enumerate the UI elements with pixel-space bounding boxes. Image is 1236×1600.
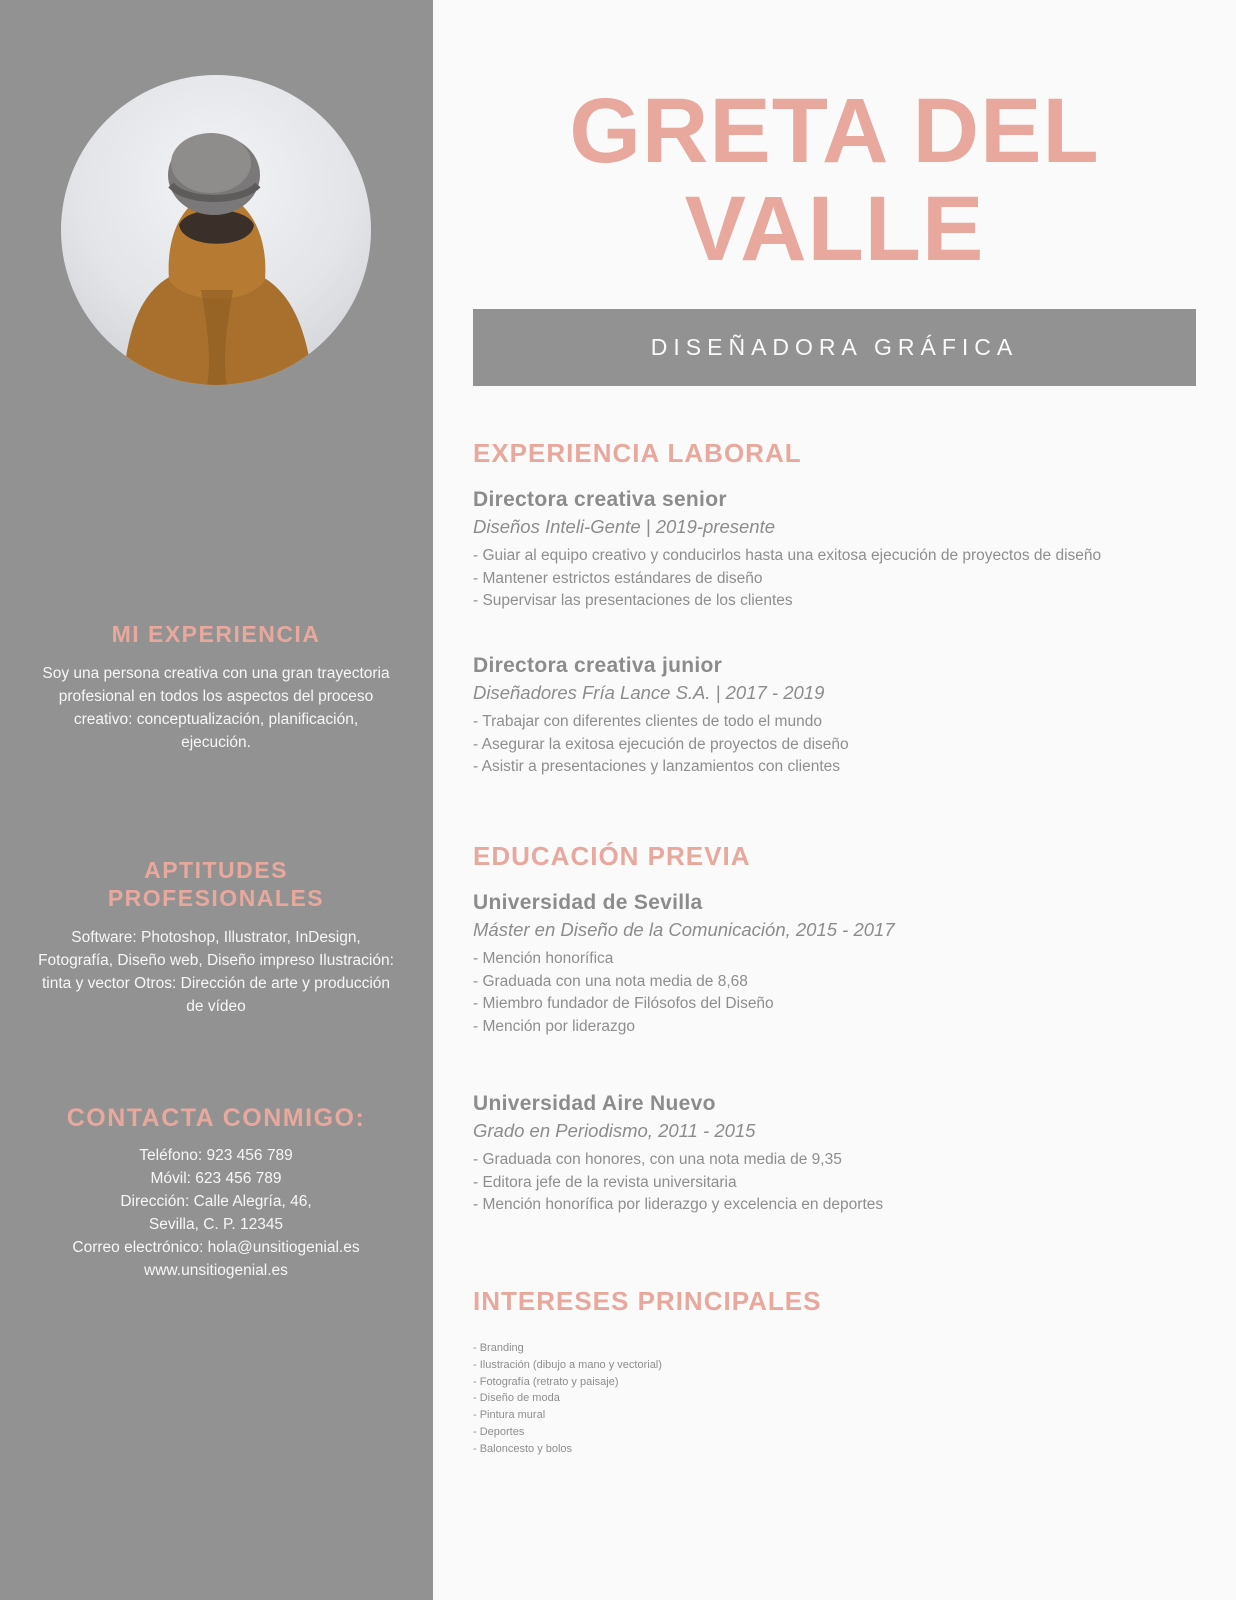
skills-section: APTITUDES PROFESIONALES Software: Photos… — [38, 856, 394, 1018]
school-bullet: - Miembro fundador de Filósofos del Dise… — [473, 995, 774, 1012]
interests-list: - Branding - Ilustración (dibujo a mano … — [473, 1340, 662, 1458]
interests-title: INTERESES PRINCIPALES — [473, 1286, 822, 1316]
job-entry: Directora creativa senior Diseños Inteli… — [473, 486, 1196, 613]
school-name: Universidad de Sevilla — [473, 891, 703, 914]
job-bullet: - Supervisar las presentaciones de los c… — [473, 592, 793, 609]
job-title-banner: DISEÑADORA GRÁFICA — [473, 309, 1196, 386]
interest-item: - Diseño de moda — [473, 1392, 560, 1405]
job-company: Diseños Inteli-Gente | 2019-presente — [473, 516, 776, 537]
skills-title: APTITUDES PROFESIONALES — [107, 857, 325, 911]
contact-website: www.unsitiogenial.es — [144, 1262, 288, 1279]
name-line-2: VALLE — [684, 178, 985, 280]
job-bullet: - Trabajar con diferentes clientes de to… — [473, 713, 822, 730]
education-title: EDUCACIÓN PREVIA — [473, 841, 751, 871]
school-bullet: - Graduada con honores, con una nota med… — [473, 1151, 842, 1168]
school-bullet: - Graduada con una nota media de 8,68 — [473, 972, 748, 990]
education-entry: Universidad de Sevilla Máster en Diseño … — [473, 889, 1196, 1038]
about-text: Soy una persona creativa con una gran tr… — [42, 665, 390, 751]
full-name: GRETA DEL VALLE — [473, 82, 1196, 278]
interest-item: - Ilustración (dibujo a mano y vectorial… — [473, 1358, 662, 1371]
job-bullet: - Asegurar la exitosa ejecución de proye… — [473, 735, 849, 753]
job-role: Directora creativa junior — [473, 654, 723, 677]
school-bullet: - Mención honorífica — [473, 950, 614, 967]
contact-section: CONTACTA CONMIGO: Teléfono: 923 456 789 … — [38, 1104, 394, 1282]
school-bullets: - Graduada con honores, con una nota med… — [473, 1149, 1196, 1217]
contact-address-line1: Dirección: Calle Alegría, 46, — [120, 1193, 312, 1210]
interest-item: - Fotografía (retrato y paisaje) — [473, 1375, 619, 1388]
job-bullet: - Guiar al equipo creativo y conducirlos… — [473, 547, 1102, 564]
interest-item: - Branding — [473, 1342, 524, 1354]
contact-address-line2: Sevilla, C. P. 12345 — [148, 1216, 284, 1233]
school-degree: Máster en Diseño de la Comunicación, 201… — [473, 919, 895, 940]
contact-phone: Teléfono: 923 456 789 — [139, 1147, 293, 1164]
about-title: MI EXPERIENCIA — [111, 621, 321, 647]
job-bullet: - Asistir a presentaciones y lanzamiento… — [473, 758, 841, 775]
interest-item: - Baloncesto y bolos — [473, 1442, 573, 1455]
job-bullets: - Guiar al equipo creativo y conducirlos… — [473, 545, 1196, 613]
interest-item: - Pintura mural — [473, 1409, 546, 1422]
contact-email: Correo electrónico: hola@unsitiogenial.e… — [72, 1239, 360, 1256]
job-role: Directora creativa senior — [473, 488, 727, 511]
contact-title: CONTACTA CONMIGO: — [66, 1104, 366, 1132]
school-bullet: - Editora jefe de la revista universitar… — [473, 1173, 737, 1191]
profile-photo — [61, 75, 371, 385]
school-degree: Grado en Periodismo, 2011 - 2015 — [473, 1120, 756, 1141]
contact-lines: Teléfono: 923 456 789 Móvil: 623 456 789… — [38, 1144, 394, 1282]
school-bullet: - Mención por liderazgo — [473, 1017, 635, 1035]
job-entry: Directora creativa junior Diseñadores Fr… — [473, 652, 1196, 779]
skills-text: Software: Photoshop, Illustrator, InDesi… — [38, 929, 394, 1015]
contact-mobile: Móvil: 623 456 789 — [150, 1170, 282, 1187]
job-bullets: - Trabajar con diferentes clientes de to… — [473, 711, 1196, 779]
school-name: Universidad Aire Nuevo — [473, 1092, 716, 1115]
about-section: MI EXPERIENCIA Soy una persona creativa … — [38, 620, 394, 754]
job-company: Diseñadores Fría Lance S.A. | 2017 - 201… — [473, 682, 825, 703]
education-entry: Universidad Aire Nuevo Grado en Periodis… — [473, 1090, 1196, 1217]
sidebar: MI EXPERIENCIA Soy una persona creativa … — [0, 0, 433, 1600]
school-bullet: - Mención honorífica por liderazgo y exc… — [473, 1196, 884, 1213]
person-in-hat-photo-icon — [123, 133, 313, 385]
interest-item: - Deportes — [473, 1425, 525, 1438]
school-bullets: - Mención honorífica - Graduada con una … — [473, 948, 1196, 1038]
name-line-1: GRETA DEL — [569, 80, 1100, 182]
job-bullet: - Mantener estrictos estándares de diseñ… — [473, 569, 763, 587]
experience-title: EXPERIENCIA LABORAL — [473, 438, 802, 468]
